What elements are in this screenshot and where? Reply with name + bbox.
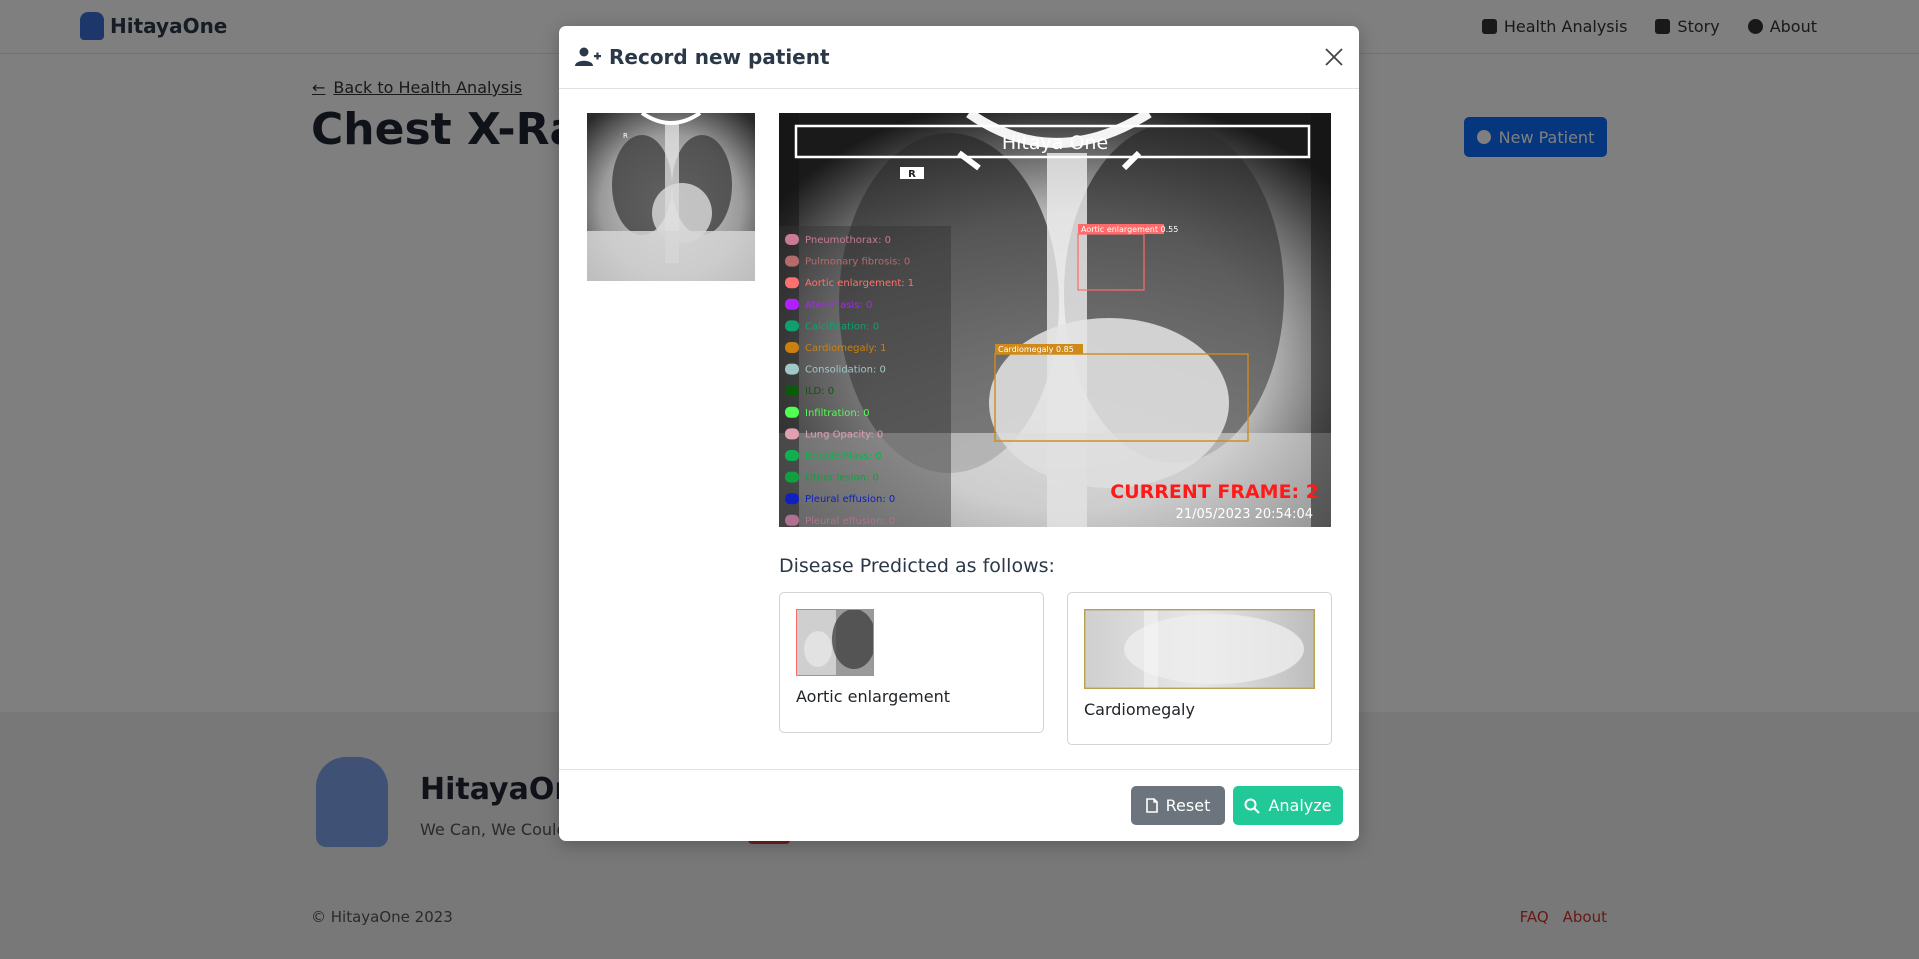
search-icon — [1244, 798, 1261, 814]
current-frame-label: CURRENT FRAME: 2 — [1110, 481, 1319, 503]
reset-button[interactable]: Reset — [1131, 786, 1225, 825]
legend-swatch — [785, 471, 799, 483]
legend-swatch — [785, 514, 799, 526]
modal-header: Record new patient — [559, 26, 1359, 89]
legend-swatch — [785, 385, 799, 397]
legend-label: Infiltration: 0 — [805, 408, 870, 419]
prediction-card-cardiomegaly[interactable]: Cardiomegaly — [1067, 592, 1332, 745]
legend-label: Pleural effusion: 0 — [805, 516, 895, 527]
modal-title-text: Record new patient — [609, 45, 830, 69]
analyze-button-label: Analyze — [1268, 796, 1332, 815]
prediction-card-aortic[interactable]: Aortic enlargement — [779, 592, 1044, 733]
aortic-detection-label: Aortic enlargement 0.55 — [1081, 225, 1178, 234]
legend-swatch — [785, 342, 799, 353]
legend-label: Lung Opacity: 0 — [805, 429, 883, 440]
legend-swatch — [785, 363, 799, 375]
svg-text:R: R — [623, 132, 628, 140]
legend-swatch — [785, 406, 799, 418]
cardiomegaly-crop-image — [1084, 609, 1315, 689]
legend-item: ILD: 0 — [785, 385, 834, 397]
record-patient-modal: Record new patient R Hitaya One R Pneumo… — [559, 26, 1359, 841]
legend-label: ILD: 0 — [805, 386, 834, 397]
file-icon — [1145, 798, 1158, 813]
cardiomegaly-detection-label: Cardiomegaly 0.85 — [998, 345, 1074, 354]
prediction-label: Cardiomegaly — [1084, 700, 1195, 719]
legend-label: Consolidation: 0 — [805, 365, 886, 376]
legend-label: Other lesion: 0 — [805, 473, 879, 484]
legend-swatch — [785, 493, 799, 505]
aortic-crop-image — [796, 609, 874, 676]
legend-swatch — [785, 320, 799, 332]
predicted-heading: Disease Predicted as follows: — [779, 555, 1055, 577]
legend-label: Aortic enlargement: 1 — [805, 278, 914, 289]
reset-button-label: Reset — [1165, 796, 1211, 815]
prediction-label: Aortic enlargement — [796, 687, 951, 706]
legend-label: Nodule/Mass: 0 — [805, 451, 882, 462]
legend-swatch — [785, 450, 799, 461]
legend-swatch — [785, 428, 799, 440]
legend-label: Pneumothorax: 0 — [805, 235, 891, 246]
xray-timestamp: 21/05/2023 20:54:04 — [1176, 507, 1313, 522]
user-plus-icon — [575, 47, 601, 66]
legend-swatch — [785, 277, 799, 289]
annotated-xray-image[interactable]: Hitaya One R Pneumothorax: 0 Pulmonary fi… — [779, 113, 1331, 527]
analyze-button[interactable]: Analyze — [1233, 786, 1343, 825]
legend-item: Aortic enlargement: 1 — [785, 277, 914, 289]
legend-label: Calcification: 0 — [805, 321, 879, 332]
legend-label: Pulmonary fibrosis: 0 — [805, 257, 910, 268]
legend-swatch — [785, 234, 799, 245]
legend-label: Atelectasis: 0 — [805, 300, 872, 311]
legend-label: Cardiomegaly: 1 — [805, 343, 887, 354]
legend-swatch — [785, 255, 799, 267]
xray-thumbnail[interactable]: R — [587, 113, 755, 281]
legend-swatch — [785, 298, 799, 310]
close-icon[interactable] — [1323, 46, 1345, 68]
xray-overlay-title: Hitaya One — [1002, 132, 1108, 154]
modal-title: Record new patient — [575, 45, 830, 69]
legend-label: Pleural effusion: 0 — [805, 494, 895, 505]
svg-text:R: R — [908, 169, 916, 180]
